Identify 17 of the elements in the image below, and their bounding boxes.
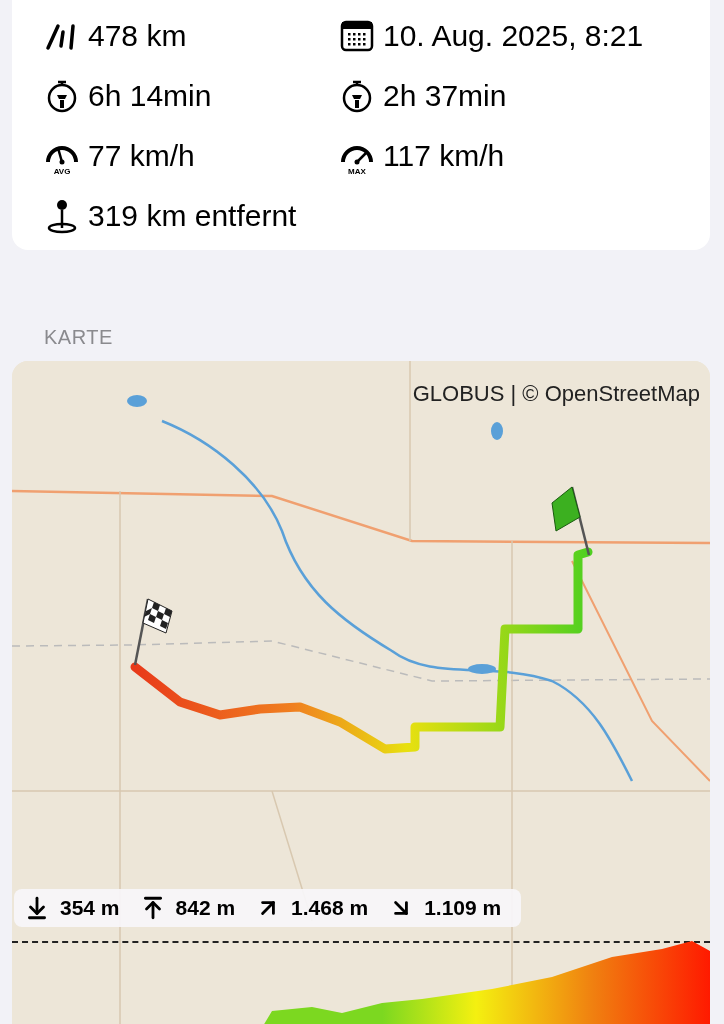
stat-value: 77 km/h	[88, 139, 195, 173]
stat-value: 478 km	[88, 19, 187, 53]
stat-value: 10. Aug. 2025, 8:21	[383, 19, 644, 53]
calendar-icon	[339, 18, 375, 54]
checkered-flag-icon	[132, 595, 176, 667]
elevation-value: 354 m	[60, 896, 120, 920]
speed-label: AVG	[52, 167, 72, 176]
flag-icon	[548, 485, 592, 557]
elevation-value: 842 m	[175, 896, 236, 920]
elevation-value: 1.109 m	[424, 896, 502, 920]
elevation-value: 1.468 m	[291, 896, 369, 920]
stat-value: 117 km/h	[383, 139, 505, 173]
section-label: KARTE	[44, 326, 114, 349]
speed-label: MAX	[347, 167, 367, 176]
stat-value: 319 km entfernt	[88, 199, 297, 233]
stat-value: 2h 37min	[383, 79, 507, 113]
stat-value: 6h 14min	[88, 79, 212, 113]
